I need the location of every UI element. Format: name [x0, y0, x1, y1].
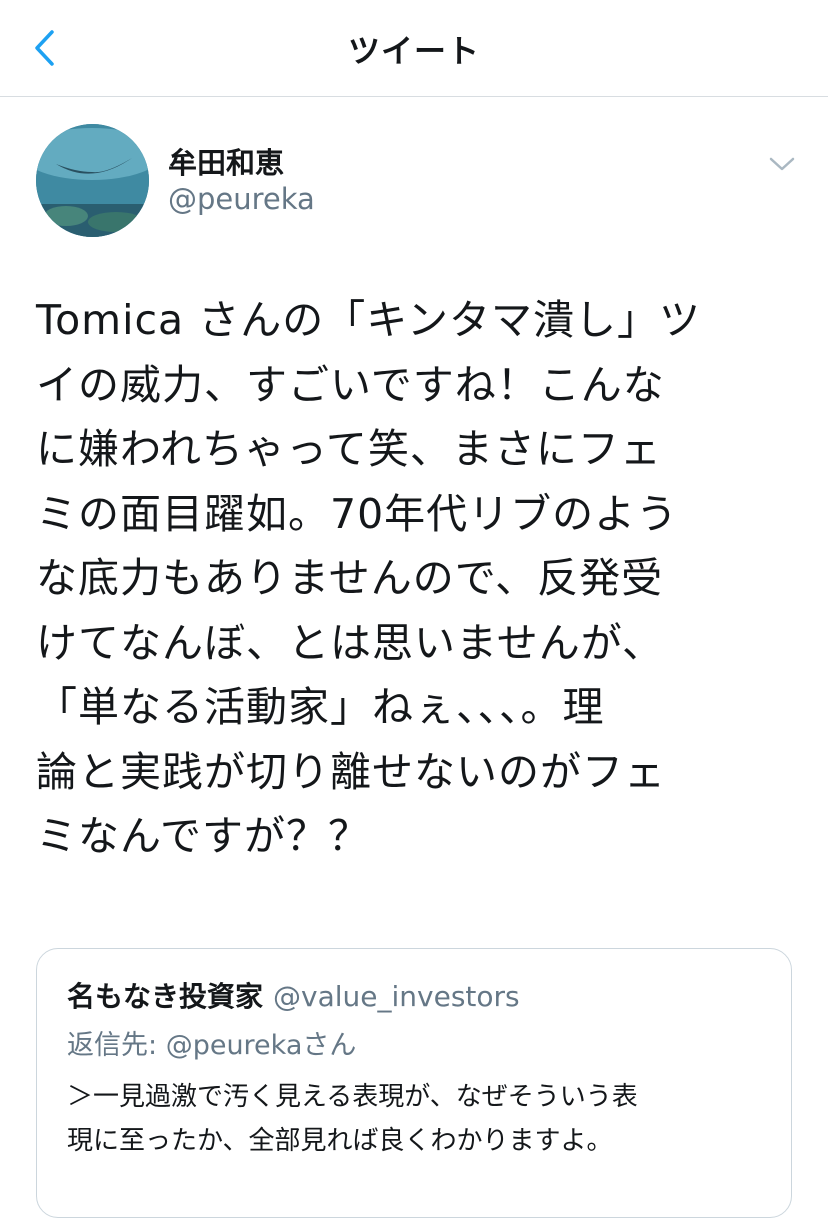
tweet-text: Tomica さんの「キンタマ潰し」ツ イの威力、すごいですね！こんな に嫌われ… [36, 288, 776, 869]
reply-suffix: さん [302, 1030, 357, 1061]
quoted-tweet-header: 名もなき投資家 @value_investors [67, 975, 520, 1015]
tweet-text-line: ミなんですが？？ [36, 812, 370, 860]
quoted-author-name: 名もなき投資家 [67, 980, 264, 1013]
page-title: ツイート [347, 32, 480, 70]
tweet-text-line: 「単なる活動家」ねぇ、、、。理 [36, 683, 605, 731]
quoted-author-handle: @value_investors [273, 980, 520, 1013]
quoted-tweet-text: ＞一見過激で汚く見える表現が、なぜそういう表 現に至ったか、全部見れば良くわかり… [67, 1075, 767, 1163]
quoted-text-line: 現に至ったか、全部見れば良くわかりますよ。 [67, 1126, 613, 1156]
navigation-bar: ツイート [0, 0, 828, 97]
quoted-text-line: ＞一見過激で汚く見える表現が、なぜそういう表 [67, 1082, 638, 1112]
quoted-reply-to: 返信先: @peurekaさん [67, 1023, 356, 1062]
tweet-text-line: けてなんぼ、とは思いませんが、 [36, 618, 664, 667]
tweet-text-line: な底力もありませんので、反発受 [36, 554, 664, 602]
chevron-down-icon [769, 157, 795, 171]
tweet-menu-button[interactable] [762, 150, 802, 178]
reply-prefix: 返信先: [67, 1030, 166, 1061]
author-handle[interactable]: @peureka [168, 182, 315, 216]
avatar-image [36, 124, 149, 237]
reply-handle-link[interactable]: @peureka [166, 1030, 303, 1061]
tweet-text-line: ミの面目躍如。70年代リブのよう [36, 489, 679, 538]
tweet-text-line: イの威力、すごいですね！こんな [36, 360, 665, 409]
avatar[interactable] [36, 124, 149, 237]
quoted-tweet-card[interactable]: 名もなき投資家 @value_investors 返信先: @peurekaさん … [36, 948, 792, 1218]
tweet-text-line: に嫌われちゃって笑、まさにフェ [36, 425, 662, 473]
tweet-text-line: Tomica さんの「キンタマ潰し」ツ [36, 296, 701, 344]
tweet-text-line: 論と実践が切り離せないのがフェ [36, 747, 666, 796]
author-name[interactable]: 牟田和恵 [168, 140, 284, 182]
